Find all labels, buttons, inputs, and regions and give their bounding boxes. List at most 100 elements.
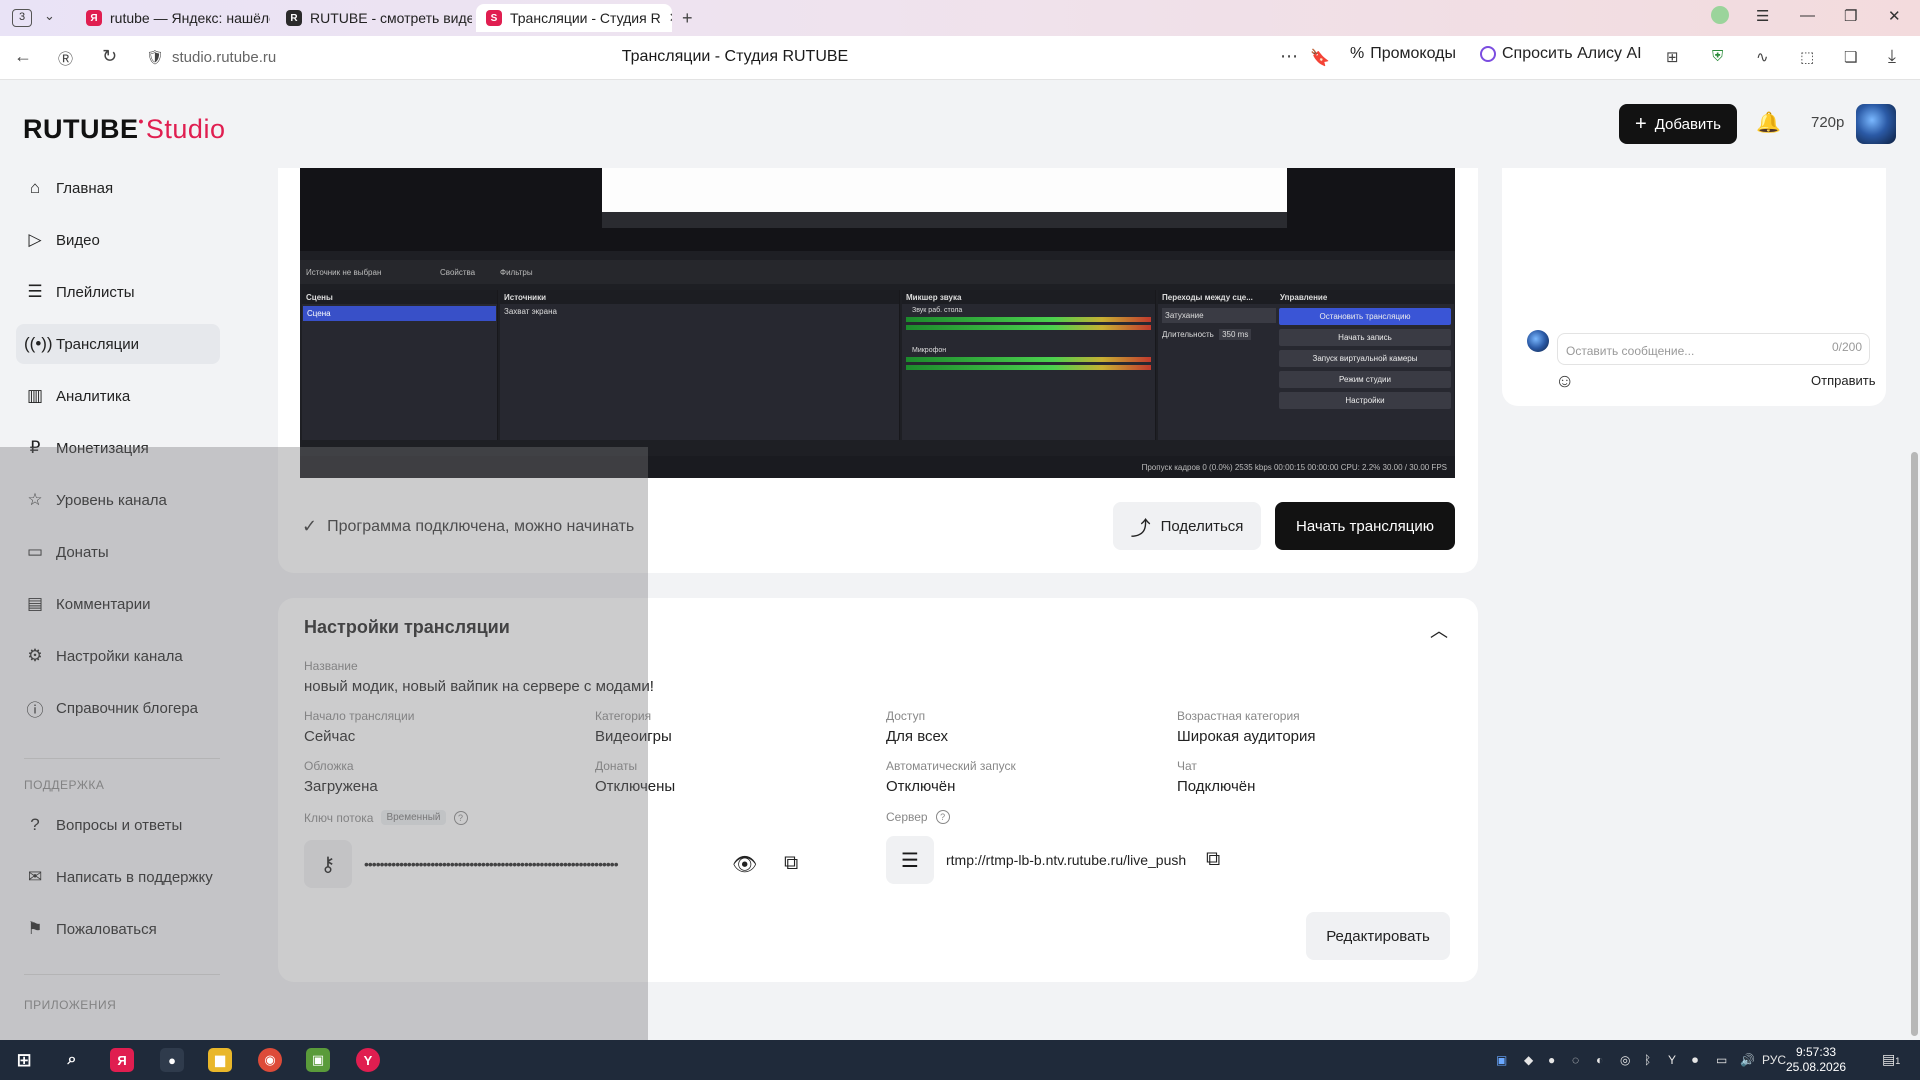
- tab-rutube-studio[interactable]: S Трансляции - Студия R ✕: [476, 4, 672, 32]
- help-icon[interactable]: ?: [935, 810, 950, 824]
- chat-label: Чат: [1177, 759, 1197, 773]
- chevron-up-icon[interactable]: ︿: [1430, 617, 1448, 643]
- plus-icon: +: [1635, 112, 1647, 135]
- home-icon: ⌂: [29, 178, 41, 197]
- language-indicator[interactable]: РУС: [1762, 1053, 1786, 1067]
- copy-key-icon[interactable]: ⧉: [784, 852, 798, 875]
- alice-label: Спросить Алису AI: [1502, 45, 1642, 62]
- emoji-icon[interactable]: ☺: [1555, 371, 1574, 393]
- network-icon[interactable]: ▭: [1716, 1053, 1727, 1067]
- notification-icon[interactable]: ▤1: [1882, 1051, 1900, 1068]
- new-tab-icon[interactable]: +: [682, 8, 693, 29]
- tab-rutube[interactable]: R RUTUBE - смотреть виде: [276, 4, 472, 32]
- search-icon[interactable]: ⌕: [60, 1048, 84, 1072]
- close-tab-icon[interactable]: ✕: [669, 10, 672, 26]
- tray-app-icon[interactable]: ▣: [1496, 1053, 1507, 1067]
- bell-icon[interactable]: 🔔: [1756, 110, 1781, 135]
- obs-mixer-header: Микшер звука: [902, 290, 1155, 304]
- tray-steam-icon[interactable]: ◎: [1620, 1053, 1630, 1067]
- menu-icon[interactable]: ☰: [1756, 7, 1769, 25]
- age-label: Возрастная категория: [1177, 709, 1300, 723]
- obs-duration-value: 350 ms: [1219, 329, 1252, 340]
- promo-button[interactable]: % Промокоды: [1350, 45, 1456, 63]
- chat-message-input[interactable]: Оставить сообщение...: [1557, 333, 1870, 365]
- analytics-icon: ▥: [26, 386, 44, 405]
- protect-icon[interactable]: ⛨: [1712, 48, 1723, 65]
- volume-icon[interactable]: 🔊: [1740, 1053, 1755, 1067]
- sidebar-item-analytics[interactable]: ▥ Аналитика: [16, 376, 220, 416]
- send-button[interactable]: Отправить: [1811, 373, 1875, 388]
- overlay-panel: [0, 447, 648, 1040]
- extensions-icon[interactable]: ⬚: [1800, 48, 1814, 66]
- clock-date: 25.08.2026: [1786, 1060, 1847, 1074]
- rutube-studio-logo[interactable]: RUTUBE•Studio: [23, 113, 225, 145]
- obs-source-toolbar: Источник не выбран Свойства Фильтры: [300, 260, 1455, 284]
- chrome-icon[interactable]: ◉: [258, 1048, 282, 1072]
- obs-control: Настройки: [1279, 392, 1451, 409]
- copy-server-icon[interactable]: ⧉: [1206, 848, 1220, 871]
- eye-icon[interactable]: 👁: [732, 852, 757, 877]
- tab-label: rutube — Яндекс: нашёлс: [110, 10, 270, 26]
- download-icon[interactable]: ⤓: [1888, 46, 1896, 67]
- page-title: Трансляции - Студия RUTUBE: [621, 48, 849, 65]
- clock-time: 9:57:33: [1796, 1045, 1837, 1059]
- more-icon[interactable]: ⋯: [1280, 46, 1298, 67]
- chevron-down-icon[interactable]: ⌄: [44, 8, 55, 24]
- tab-label: Трансляции - Студия R: [510, 10, 661, 26]
- minimize-icon[interactable]: —: [1800, 7, 1815, 24]
- tray-app-icon[interactable]: ●: [1548, 1053, 1555, 1067]
- profile-icon[interactable]: [1711, 6, 1729, 24]
- start-icon[interactable]: ⊞: [12, 1048, 36, 1072]
- activity-icon[interactable]: ∿: [1756, 48, 1769, 66]
- tab-counter[interactable]: 3: [12, 9, 32, 27]
- tray-bluetooth-icon[interactable]: ᛒ: [1644, 1053, 1651, 1067]
- obs-sources-panel: Источники Захват экрана: [500, 290, 900, 440]
- obs-icon[interactable]: ●: [160, 1048, 184, 1072]
- share-icon: ⤴: [1130, 517, 1151, 540]
- rutube-studio-icon: S: [486, 10, 502, 26]
- microphone-icon[interactable]: ⏺: [1692, 1053, 1698, 1068]
- yandex-browser-icon[interactable]: Y: [356, 1048, 380, 1072]
- collections-icon[interactable]: ❏: [1844, 48, 1857, 66]
- obs-props: Свойства: [440, 268, 476, 277]
- obs-source-item: Захват экрана: [504, 307, 557, 316]
- sidebar-item-playlists[interactable]: ☰ Плейлисты: [16, 272, 220, 312]
- tray-app-icon[interactable]: ◐: [1596, 1053, 1603, 1067]
- obs-transitions-panel: Переходы между сце... Затухание Длительн…: [1158, 290, 1282, 440]
- obs-source-none: Источник не выбран: [306, 268, 382, 277]
- tray-app-icon[interactable]: Y: [1668, 1053, 1676, 1067]
- promo-label: Промокоды: [1370, 45, 1456, 62]
- obs-mixer-ch2: Микрофон: [912, 347, 947, 354]
- add-button[interactable]: + Добавить: [1619, 104, 1737, 144]
- tab-label: RUTUBE - смотреть виде: [310, 10, 472, 26]
- obs-scenes-panel: Сцены Сцена: [302, 290, 498, 440]
- broadcast-icon: ((•)): [24, 334, 53, 353]
- obs-filters: Фильтры: [500, 268, 533, 277]
- translate-icon[interactable]: ⊞: [1666, 48, 1679, 66]
- minecraft-icon[interactable]: ▣: [306, 1048, 330, 1072]
- avatar[interactable]: [1856, 104, 1896, 144]
- sidebar-item-home[interactable]: ⌂ Главная: [16, 168, 220, 208]
- close-window-icon[interactable]: ✕: [1888, 7, 1901, 25]
- start-stream-button[interactable]: Начать трансляцию: [1275, 502, 1455, 550]
- scrollbar-thumb[interactable]: [1911, 452, 1918, 1036]
- share-button[interactable]: ⤴ Поделиться: [1113, 502, 1261, 550]
- obs-mixer-ch1: Звук раб. стола: [912, 307, 963, 314]
- yandex-app-icon[interactable]: Я: [110, 1048, 134, 1072]
- bookmark-icon[interactable]: 🔖: [1310, 48, 1330, 68]
- quality-label[interactable]: 720p: [1811, 114, 1844, 131]
- folder-icon[interactable]: ▆: [208, 1048, 232, 1072]
- clock[interactable]: 9:57:33 25.08.2026: [1786, 1045, 1846, 1075]
- edit-button[interactable]: Редактировать: [1306, 912, 1450, 960]
- video-icon: ▷: [28, 230, 42, 249]
- sidebar-item-broadcasts[interactable]: ((•)) Трансляции: [16, 324, 220, 364]
- alice-button[interactable]: Спросить Алису AI: [1480, 45, 1642, 63]
- obs-control: Остановить трансляцию: [1279, 308, 1451, 325]
- tray-app-icon[interactable]: ◌: [1572, 1053, 1579, 1067]
- access-label: Доступ: [886, 709, 926, 723]
- obs-preview-taskbar: [602, 212, 1287, 228]
- tab-yandex-search[interactable]: Я rutube — Яндекс: нашёлс: [76, 4, 270, 32]
- restore-icon[interactable]: ❐: [1844, 7, 1857, 25]
- sidebar-item-video[interactable]: ▷ Видео: [16, 220, 220, 260]
- tray-nvidia-icon[interactable]: ◆: [1524, 1053, 1533, 1067]
